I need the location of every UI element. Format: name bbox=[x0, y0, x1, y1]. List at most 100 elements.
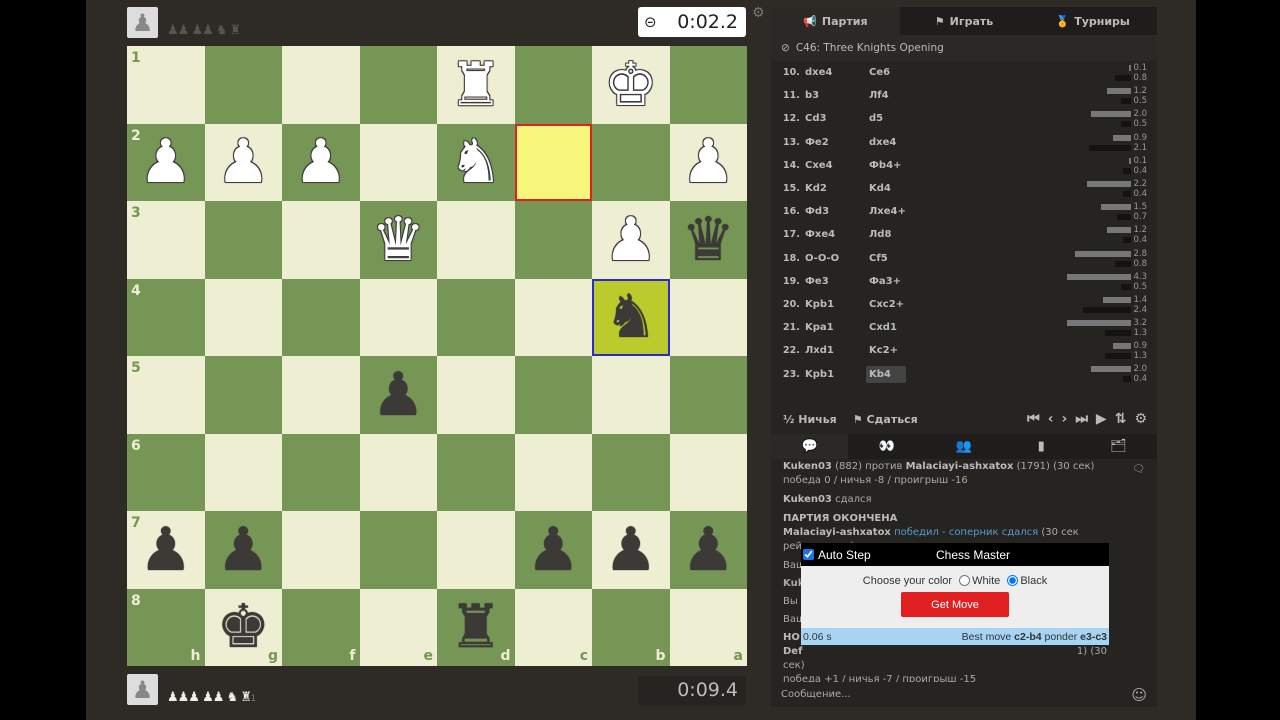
white-king-b1[interactable]: ♚ bbox=[592, 46, 670, 124]
black-move[interactable]: Лf4 bbox=[866, 87, 906, 104]
white-move[interactable]: Kpa1 bbox=[805, 322, 866, 333]
black-move[interactable]: Cxc2+ bbox=[866, 296, 906, 313]
player-link[interactable]: Malaciayi-ashxatox bbox=[906, 461, 1014, 472]
result-link[interactable]: победил - соперник сдался bbox=[891, 527, 1038, 538]
chat-icon[interactable]: 💬 bbox=[771, 434, 849, 459]
square-g3[interactable] bbox=[204, 201, 282, 279]
square-b5[interactable] bbox=[592, 356, 670, 434]
square-c5[interactable] bbox=[514, 356, 592, 434]
black-move[interactable]: Лxe4+ bbox=[866, 203, 906, 220]
square-h4[interactable]: 4 bbox=[127, 278, 205, 356]
emoji-icon[interactable]: ☺ bbox=[1131, 686, 1147, 704]
black-move[interactable]: dxe4 bbox=[866, 134, 906, 151]
square-f5[interactable] bbox=[282, 356, 360, 434]
square-d5[interactable] bbox=[437, 356, 515, 434]
black-move[interactable]: d5 bbox=[866, 110, 906, 127]
tab-tournaments[interactable]: 🏅 Турниры bbox=[1028, 7, 1157, 35]
black-pawn-e5[interactable]: ♟ bbox=[360, 356, 438, 434]
last-move-icon[interactable]: ⏭ bbox=[1075, 411, 1088, 427]
square-e2[interactable] bbox=[359, 123, 437, 201]
play-icon[interactable]: ▶ bbox=[1096, 411, 1107, 427]
users-icon[interactable]: 👥 bbox=[925, 434, 1002, 459]
square-f4[interactable] bbox=[282, 278, 360, 356]
white-pawn-f2[interactable]: ♟ bbox=[282, 124, 360, 202]
white-pawn-a2[interactable]: ♟ bbox=[670, 124, 748, 202]
player-link[interactable]: Kuken03 bbox=[783, 494, 832, 505]
white-rook-d1[interactable]: ♜ bbox=[437, 46, 515, 124]
draw-button[interactable]: ½ Ничья bbox=[783, 413, 837, 426]
first-move-icon[interactable]: ⏮ bbox=[1027, 411, 1040, 427]
podium-icon[interactable]: ▮ bbox=[1003, 434, 1080, 459]
white-move[interactable]: dxe4 bbox=[805, 67, 866, 78]
square-e1[interactable] bbox=[359, 46, 437, 124]
black-pawn-a7[interactable]: ♟ bbox=[670, 511, 748, 589]
prev-move-icon[interactable]: ‹ bbox=[1048, 411, 1054, 427]
square-h5[interactable]: 5 bbox=[127, 356, 205, 434]
square-h6[interactable]: 6 bbox=[127, 433, 205, 511]
black-pawn-c7[interactable]: ♟ bbox=[515, 511, 593, 589]
white-move[interactable]: O-O-O bbox=[805, 253, 866, 264]
black-queen-a3[interactable]: ♛ bbox=[670, 201, 748, 279]
white-move[interactable]: Kpb1 bbox=[805, 299, 866, 310]
tab-play[interactable]: ⚑ Играть bbox=[900, 7, 1029, 35]
white-move[interactable]: Cd3 bbox=[805, 113, 866, 124]
next-move-icon[interactable]: › bbox=[1062, 411, 1068, 427]
black-move[interactable]: Фb4+ bbox=[866, 157, 906, 174]
tab-game[interactable]: 📢 Партия bbox=[771, 7, 900, 35]
black-rook-d8[interactable]: ♜ bbox=[437, 589, 515, 667]
square-g5[interactable] bbox=[204, 356, 282, 434]
black-move[interactable]: Ce6 bbox=[866, 64, 906, 81]
settings-icon[interactable]: ⚙ bbox=[1134, 411, 1147, 427]
square-c8[interactable]: c bbox=[514, 588, 592, 666]
chess-board[interactable]: 1 2 3 4 5 6 7 8 h g f e d c b a ♜ ♚ ♟ ♟ ♟ ♞ ♟ ♛ ♟ ♛ ♞ ♟ ♟ ♟ ♟ ♟ ♟ ♚ ♜ bbox=[127, 46, 747, 666]
chat-input[interactable]: Сообщение... ☺ bbox=[771, 682, 1157, 707]
player-link[interactable]: Malaciayi-ashxatox bbox=[783, 527, 891, 538]
square-a5[interactable] bbox=[669, 356, 747, 434]
square-a1[interactable] bbox=[669, 46, 747, 124]
square-f8[interactable]: f bbox=[282, 588, 360, 666]
opening-name[interactable]: ⊘ C46: Three Knights Opening bbox=[771, 35, 1157, 61]
square-a6[interactable] bbox=[669, 433, 747, 511]
square-b6[interactable] bbox=[592, 433, 670, 511]
black-move[interactable]: Kd4 bbox=[866, 180, 906, 197]
white-pawn-h2[interactable]: ♟ bbox=[127, 124, 205, 202]
square-h1[interactable]: 1 bbox=[127, 46, 205, 124]
white-move[interactable]: Фe2 bbox=[805, 137, 866, 148]
black-pawn-b7[interactable]: ♟ bbox=[592, 511, 670, 589]
top-player-avatar[interactable]: ♟ bbox=[127, 7, 158, 38]
black-move[interactable]: Kb4 bbox=[866, 365, 906, 383]
square-f3[interactable] bbox=[282, 201, 360, 279]
square-d4[interactable] bbox=[437, 278, 515, 356]
black-move[interactable]: Cf5 bbox=[866, 250, 906, 267]
square-c2[interactable] bbox=[514, 123, 592, 201]
square-g6[interactable] bbox=[204, 433, 282, 511]
square-b8[interactable]: b bbox=[592, 588, 670, 666]
black-knight-b4[interactable]: ♞ bbox=[592, 279, 670, 357]
black-move[interactable]: Фa3+ bbox=[866, 273, 906, 290]
square-g1[interactable] bbox=[204, 46, 282, 124]
square-f6[interactable] bbox=[282, 433, 360, 511]
folder-icon[interactable]: 🗂 bbox=[1080, 434, 1157, 459]
square-d6[interactable] bbox=[437, 433, 515, 511]
white-pawn-g2[interactable]: ♟ bbox=[205, 124, 283, 202]
black-move[interactable]: Kc2+ bbox=[866, 342, 906, 359]
white-move[interactable]: Kpb1 bbox=[805, 369, 866, 380]
white-move[interactable]: Фe3 bbox=[805, 276, 866, 287]
square-g4[interactable] bbox=[204, 278, 282, 356]
bottom-player-avatar[interactable]: ♟ bbox=[127, 674, 158, 705]
flip-board-icon[interactable]: ⇅ bbox=[1115, 411, 1127, 427]
black-radio[interactable] bbox=[1007, 575, 1019, 586]
black-move[interactable]: Cxd1 bbox=[866, 319, 906, 336]
square-d7[interactable] bbox=[437, 511, 515, 589]
black-move[interactable]: Лd8 bbox=[866, 226, 906, 243]
player-link[interactable]: Kuken03 bbox=[783, 461, 832, 472]
square-c1[interactable] bbox=[514, 46, 592, 124]
white-move[interactable]: b3 bbox=[805, 90, 866, 101]
black-king-g8[interactable]: ♚ bbox=[205, 589, 283, 667]
chat-toggle-icon[interactable]: 🗨 bbox=[1132, 463, 1145, 477]
square-a4[interactable] bbox=[669, 278, 747, 356]
white-move[interactable]: Лxd1 bbox=[805, 345, 866, 356]
square-f1[interactable] bbox=[282, 46, 360, 124]
square-c4[interactable] bbox=[514, 278, 592, 356]
square-a8[interactable]: a bbox=[669, 588, 747, 666]
